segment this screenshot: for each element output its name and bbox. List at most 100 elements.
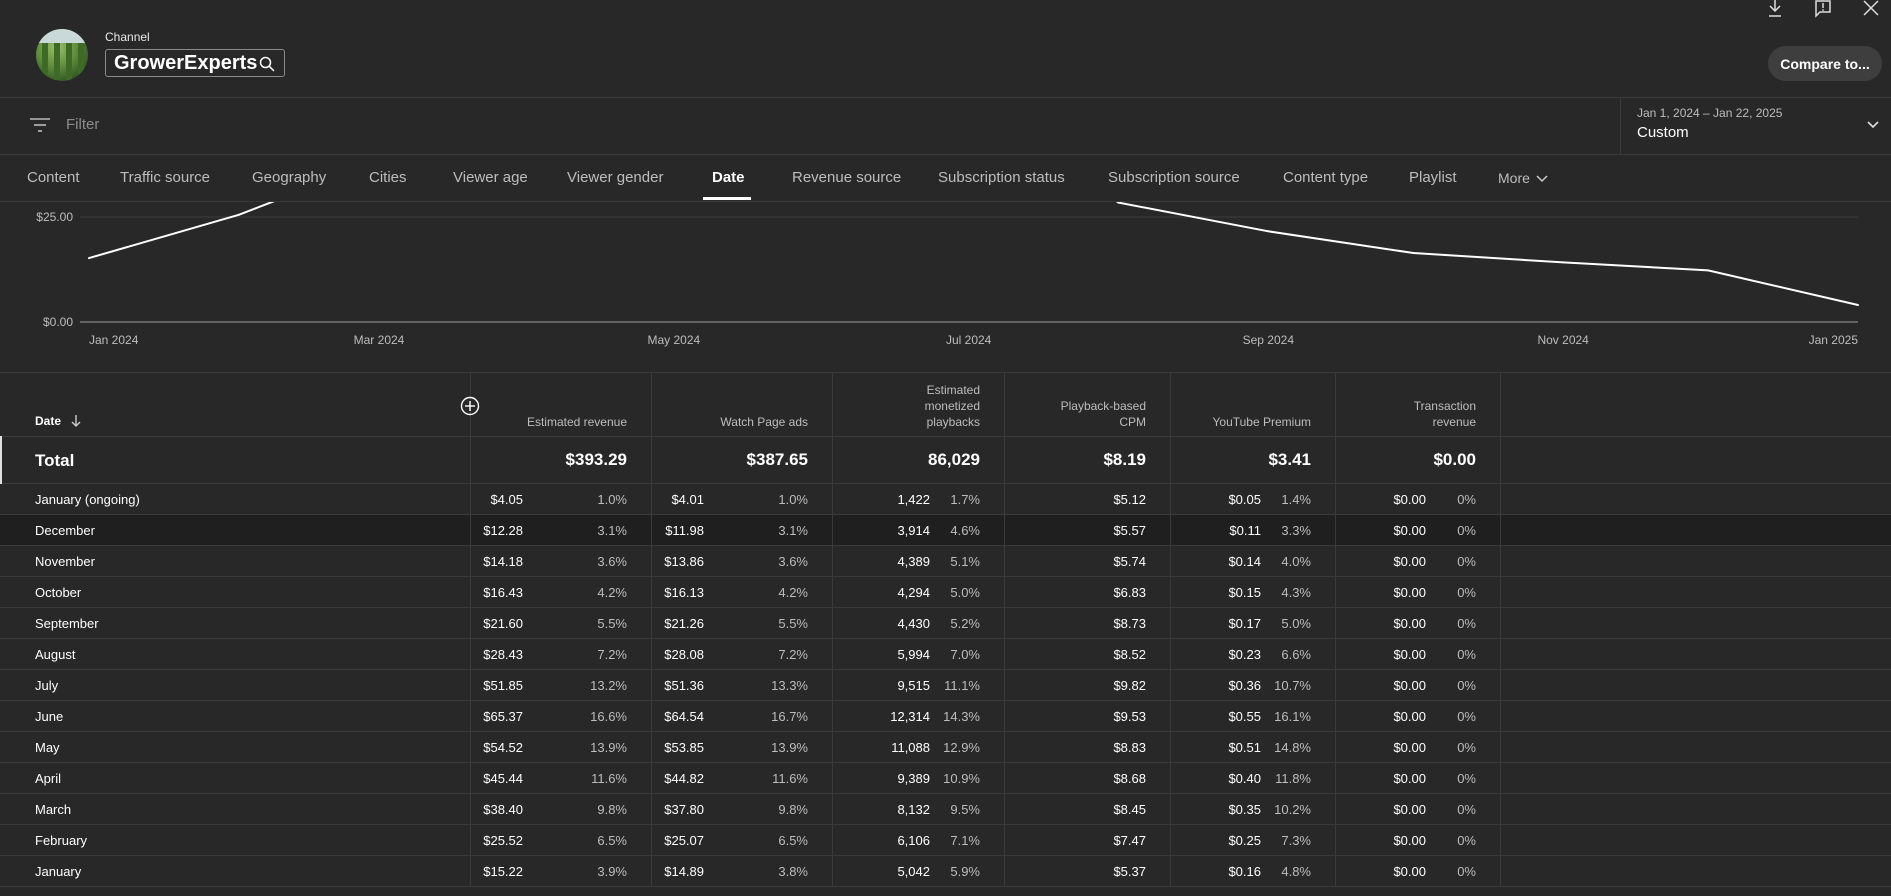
filter-icon[interactable] [30, 117, 50, 133]
channel-avatar[interactable] [36, 29, 88, 81]
table-row[interactable]: March 9.8% $38.40 9.8% $37.80 9.5% 8,132 $8.45 1… [0, 794, 1891, 825]
column-header-monetized-playbacks[interactable]: Estimated monetized playbacks [833, 373, 1005, 436]
tab-viewer-gender[interactable]: Viewer gender [567, 169, 663, 186]
tab-date[interactable]: Date [712, 169, 745, 186]
table-row[interactable]: May 13.9% $54.52 13.9% $53.85 12.9% 11,088 $8.8… [0, 732, 1891, 763]
date-label: March [35, 802, 72, 817]
table-row[interactable]: September 5.5% $21.60 5.5% $21.26 5.2% 4,430 $8… [0, 608, 1891, 639]
tab-traffic-source[interactable]: Traffic source [120, 169, 210, 186]
tab-cities[interactable]: Cities [369, 169, 407, 186]
table-row[interactable]: June 16.6% $65.37 16.7% $64.54 14.3% 12,314 $9.… [0, 701, 1891, 732]
cell-value: $0.00 [1393, 833, 1426, 848]
table-row[interactable]: October 4.2% $16.43 4.2% $16.13 5.0% 4,294 $6.8… [0, 577, 1891, 608]
cell-percentage: 7.0% [950, 647, 980, 662]
tab-viewer-age[interactable]: Viewer age [453, 169, 528, 186]
cell-percentage: 4.6% [950, 523, 980, 538]
column-header-playback-cpm[interactable]: Playback-based CPM [1005, 373, 1171, 436]
feedback-icon[interactable] [1814, 0, 1832, 18]
cell-value: $37.80 [664, 802, 704, 817]
tab-more[interactable]: More [1498, 170, 1548, 186]
cell-value: $38.40 [483, 802, 523, 817]
cell-value: $0.00 [1393, 802, 1426, 817]
x-tick-label: Jul 2024 [946, 333, 992, 347]
cell-value: $0.00 [1393, 616, 1426, 631]
table-cell: 7.2% $28.08 [652, 639, 833, 669]
column-header-watch-page-ads[interactable]: Watch Page ads [652, 373, 833, 436]
table-cell: 10.9% 9,389 [833, 763, 1005, 793]
tab-subscription-status[interactable]: Subscription status [938, 169, 1065, 186]
tab-subscription-source[interactable]: Subscription source [1108, 169, 1240, 186]
x-tick-label: Sep 2024 [1243, 333, 1295, 347]
cell-value: $28.08 [664, 647, 704, 662]
cell-value: $51.85 [483, 678, 523, 693]
cell-percentage: 5.1% [950, 554, 980, 569]
table-header: Date Estimated revenue Watch Page ads Es… [0, 373, 1891, 437]
table-cell: $8.68 [1005, 763, 1171, 793]
compare-button[interactable]: Compare to... [1768, 46, 1882, 81]
cell-value: 5,042 [897, 864, 930, 879]
date-range-selector[interactable]: Jan 1, 2024 – Jan 22, 2025 Custom [1620, 98, 1891, 154]
table-row[interactable]: December 3.1% $12.28 3.1% $11.98 4.6% 3,914 $5.… [0, 515, 1891, 546]
table-cell: $8.83 [1005, 732, 1171, 762]
table-cell: 3.6% $14.18 [471, 546, 652, 576]
date-column-header[interactable]: Date [35, 414, 61, 428]
table-cell: $9.82 [1005, 670, 1171, 700]
sort-arrow-down-icon[interactable] [70, 414, 82, 428]
cell-value: $21.60 [483, 616, 523, 631]
cell-value: $0.35 [1228, 802, 1261, 817]
column-header-label: Estimated revenue [526, 415, 627, 429]
cell-value: $53.85 [664, 740, 704, 755]
table-cell: 0% $0.00 [1336, 701, 1501, 731]
cell-percentage: 11.8% [1275, 771, 1311, 786]
tab-geography[interactable]: Geography [252, 169, 326, 186]
tab-content-type[interactable]: Content type [1283, 169, 1368, 186]
table-cell: 1.4% $0.05 [1171, 484, 1336, 514]
table-row[interactable]: April 11.6% $45.44 11.6% $44.82 10.9% 9,389 $8.… [0, 763, 1891, 794]
table-cell: 9.5% 8,132 [833, 794, 1005, 824]
cell-value: 11,088 [891, 740, 930, 755]
cell-value: 3,914 [897, 523, 930, 538]
column-header-youtube-premium[interactable]: YouTube Premium [1171, 373, 1336, 436]
cell-percentage: 0% [1457, 802, 1476, 817]
table-row[interactable]: November 3.6% $14.18 3.6% $13.86 5.1% 4,389 $5.… [0, 546, 1891, 577]
table-row[interactable]: January 3.9% $15.22 3.8% $14.89 5.9% 5,042 $5.3… [0, 856, 1891, 887]
cell-value: $0.00 [1393, 740, 1426, 755]
table-row[interactable]: August 7.2% $28.43 7.2% $28.08 7.0% 5,994 $8.52… [0, 639, 1891, 670]
cell-value: $3.41 [1268, 450, 1311, 469]
total-row[interactable]: Total $393.29 $387.65 86,029 $8.19 $3.41 $0.00 [0, 436, 1891, 484]
table-row[interactable]: February 6.5% $25.52 6.5% $25.07 7.1% 6,106 $7.… [0, 825, 1891, 856]
table-cell: 11.6% $45.44 [471, 763, 652, 793]
cell-percentage: 5.2% [950, 616, 980, 631]
cell-percentage: 0% [1457, 616, 1476, 631]
column-header-transaction-revenue[interactable]: Transaction revenue [1336, 373, 1501, 436]
channel-selector[interactable]: GrowerExperts [105, 49, 285, 77]
cell-value: $8.83 [1113, 740, 1146, 755]
cell-value: $9.53 [1113, 709, 1146, 724]
search-icon[interactable] [259, 56, 275, 72]
filter-input[interactable]: Filter [66, 116, 99, 133]
data-point [1857, 304, 1859, 306]
table-cell: $6.83 [1005, 577, 1171, 607]
date-label: July [35, 678, 59, 693]
download-icon[interactable] [1766, 0, 1784, 18]
cell-value: $0.36 [1228, 678, 1261, 693]
table-cell: 6.6% $0.23 [1171, 639, 1336, 669]
table-row[interactable]: January (ongoing) 1.0% $4.05 1.0% $4.01 1.7% 1… [0, 484, 1891, 515]
header-date-cell[interactable]: Date [0, 373, 480, 436]
table-row[interactable]: July 13.2% $51.85 13.3% $51.36 11.1% 9,515 $9.8… [0, 670, 1891, 701]
cell-percentage: 5.9% [950, 864, 980, 879]
column-header-estimated-revenue[interactable]: Estimated revenue [471, 373, 652, 436]
tab-revenue-source[interactable]: Revenue source [792, 169, 901, 186]
tab-content[interactable]: Content [27, 169, 80, 186]
cell-percentage: 10.2% [1274, 802, 1311, 817]
tab-playlist[interactable]: Playlist [1409, 169, 1457, 186]
cell-value: $0.00 [1393, 523, 1426, 538]
table-cell: 7.3% $0.25 [1171, 825, 1336, 855]
table-cell: 3.1% $12.28 [471, 515, 652, 545]
cell-percentage: 1.0% [778, 492, 808, 507]
cell-percentage: 0% [1457, 492, 1476, 507]
cell-value: $0.14 [1228, 554, 1261, 569]
table-cell: 1.0% $4.05 [471, 484, 652, 514]
cell-percentage: 6.5% [778, 833, 808, 848]
close-icon[interactable] [1862, 0, 1880, 18]
